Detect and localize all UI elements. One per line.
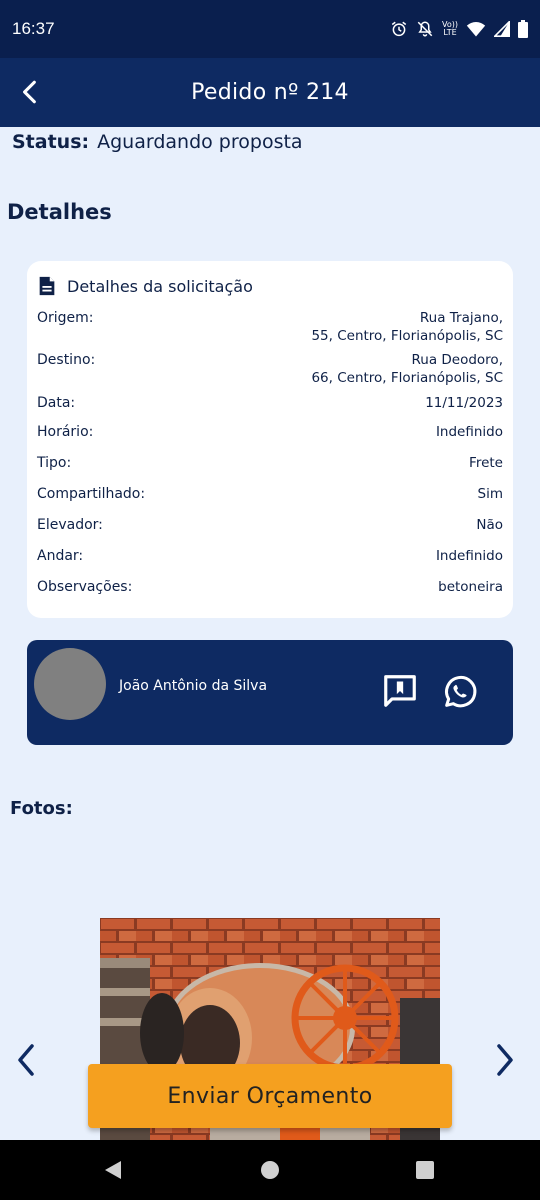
avatar bbox=[34, 648, 106, 720]
detail-key: Data: bbox=[37, 395, 76, 411]
photos-heading: Fotos: bbox=[10, 798, 73, 819]
detail-key: Destino: bbox=[37, 352, 96, 368]
nav-back-button[interactable] bbox=[102, 1159, 124, 1181]
detail-value: betoneira bbox=[438, 579, 503, 595]
whatsapp-button[interactable] bbox=[440, 672, 480, 712]
arrow-back-icon bbox=[23, 80, 36, 104]
status-label: Status: bbox=[12, 131, 90, 153]
mute-icon bbox=[416, 20, 434, 38]
detail-key: Elevador: bbox=[37, 517, 103, 533]
detail-key: Origem: bbox=[37, 310, 94, 326]
detail-value-line2: 66, Centro, Florianópolis, SC bbox=[311, 370, 503, 386]
alarm-icon bbox=[390, 20, 408, 38]
detail-row-observacoes: Observações: betoneira bbox=[37, 578, 503, 596]
card-header: Detalhes da solicitação bbox=[37, 273, 503, 299]
signal-icon bbox=[494, 21, 510, 37]
details-heading: Detalhes bbox=[7, 200, 112, 224]
chevron-right-icon bbox=[497, 1044, 513, 1076]
detail-row-origem: Origem: Rua Trajano, 55, Centro, Florian… bbox=[37, 309, 503, 345]
detail-value: Não bbox=[476, 517, 503, 533]
whatsapp-icon bbox=[445, 675, 477, 708]
detail-row-data: Data: 11/11/2023 bbox=[37, 394, 503, 412]
battery-icon bbox=[518, 20, 528, 38]
status-value: Aguardando proposta bbox=[97, 131, 303, 153]
page-title: Pedido nº 214 bbox=[191, 80, 349, 105]
client-name: João Antônio da Silva bbox=[119, 678, 268, 694]
detail-key: Tipo: bbox=[37, 455, 72, 471]
next-photo-button[interactable] bbox=[487, 1040, 523, 1080]
detail-value-line1: Rua Deodoro, bbox=[411, 352, 504, 368]
card-title: Detalhes da solicitação bbox=[67, 276, 253, 296]
detail-row-destino: Destino: Rua Deodoro, 66, Centro, Floria… bbox=[37, 351, 503, 387]
app-bar: Pedido nº 214 bbox=[0, 58, 540, 127]
wifi-icon bbox=[466, 20, 486, 38]
detail-value-line2: 55, Centro, Florianópolis, SC bbox=[311, 328, 503, 344]
volte-icon: Vo)) LTE bbox=[442, 21, 458, 37]
detail-key: Compartilhado: bbox=[37, 486, 146, 502]
detail-value: Indefinido bbox=[435, 424, 503, 440]
document-icon bbox=[39, 276, 55, 296]
detail-row-elevador: Elevador: Não bbox=[37, 516, 503, 534]
clock: 16:37 bbox=[12, 19, 55, 38]
client-contact-card: João Antônio da Silva bbox=[27, 640, 513, 745]
detail-value: Sim bbox=[477, 486, 503, 502]
detail-value: 11/11/2023 bbox=[425, 395, 503, 411]
detail-row-tipo: Tipo: Frete bbox=[37, 454, 503, 472]
detail-value: Rua Trajano, 55, Centro, Florianópolis, … bbox=[311, 309, 503, 345]
back-button[interactable] bbox=[14, 76, 46, 108]
order-status: Status: Aguardando proposta bbox=[12, 131, 303, 153]
system-status-bar: 16:37 Vo)) LTE bbox=[0, 0, 540, 58]
triangle-back-icon bbox=[105, 1161, 121, 1179]
detail-row-andar: Andar: Indefinido bbox=[37, 547, 503, 565]
detail-value-line1: Rua Trajano, bbox=[419, 310, 503, 326]
volte-bottom-text: LTE bbox=[443, 28, 457, 37]
chevron-left-icon bbox=[18, 1044, 34, 1076]
nav-home-button[interactable] bbox=[259, 1159, 281, 1181]
detail-row-compartilhado: Compartilhado: Sim bbox=[37, 485, 503, 503]
detail-row-horario: Horário: Indefinido bbox=[37, 423, 503, 441]
detail-key: Horário: bbox=[37, 424, 94, 440]
detail-value: Rua Deodoro, 66, Centro, Florianópolis, … bbox=[311, 351, 503, 387]
chat-button[interactable] bbox=[381, 672, 419, 710]
previous-photo-button[interactable] bbox=[8, 1040, 44, 1080]
detail-key: Andar: bbox=[37, 548, 84, 564]
square-recents-icon bbox=[416, 1161, 434, 1179]
system-navigation-bar bbox=[0, 1140, 540, 1200]
detail-value: Frete bbox=[469, 455, 503, 471]
detail-key: Observações: bbox=[37, 579, 133, 595]
send-quote-button[interactable]: Enviar Orçamento bbox=[88, 1064, 452, 1128]
request-details-card: Detalhes da solicitação Origem: Rua Traj… bbox=[27, 261, 513, 618]
circle-home-icon bbox=[261, 1161, 279, 1179]
detail-value: Indefinido bbox=[435, 548, 503, 564]
status-icons: Vo)) LTE bbox=[390, 20, 528, 38]
chat-icon bbox=[384, 675, 416, 707]
nav-recents-button[interactable] bbox=[414, 1159, 436, 1181]
